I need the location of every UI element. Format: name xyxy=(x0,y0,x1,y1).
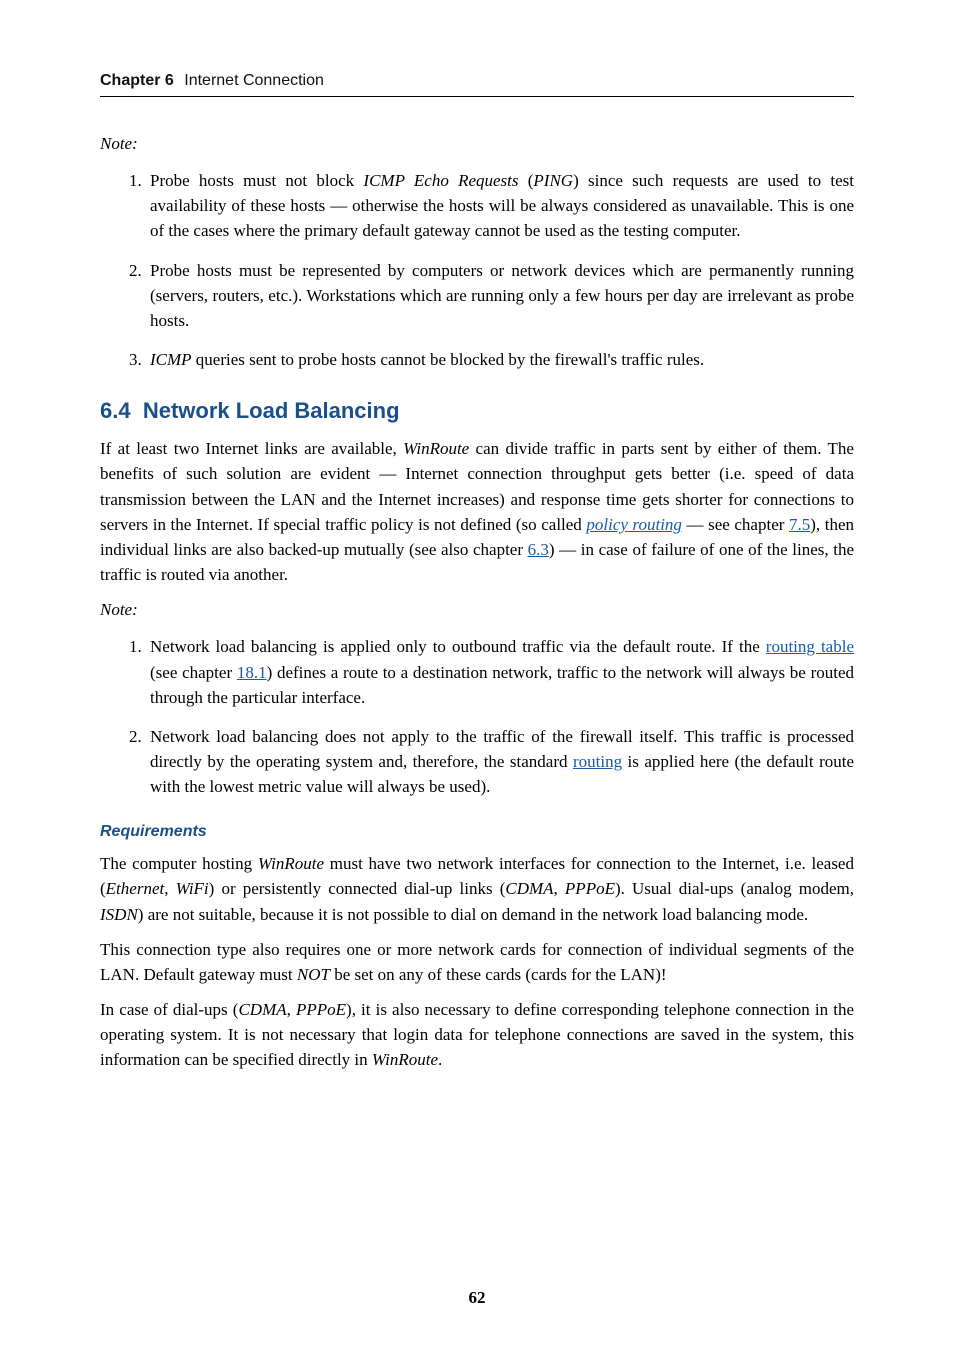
emphasis: PPPoE xyxy=(296,1000,346,1019)
chapter-18-1-link[interactable]: 18.1 xyxy=(237,663,267,682)
text: . xyxy=(438,1050,442,1069)
body-paragraph: In case of dial-ups (CDMA, PPPoE), it is… xyxy=(100,997,854,1072)
list-item: Network load balancing is applied only t… xyxy=(146,634,854,709)
note-label-b: Note: xyxy=(100,597,854,622)
note-list-b: Network load balancing is applied only t… xyxy=(100,634,854,799)
chapter-7-5-link[interactable]: 7.5 xyxy=(789,515,810,534)
routing-link[interactable]: routing xyxy=(573,752,622,771)
chapter-6-3-link[interactable]: 6.3 xyxy=(528,540,549,559)
body-paragraph: If at least two Internet links are avail… xyxy=(100,436,854,587)
emphasis: Ethernet xyxy=(106,879,165,898)
text: (see chapter xyxy=(150,663,237,682)
body-paragraph: The computer hosting WinRoute must have … xyxy=(100,851,854,926)
page: Chapter 6 Internet Connection Note: Prob… xyxy=(0,0,954,1350)
text: queries sent to probe hosts cannot be bl… xyxy=(192,350,705,369)
emphasis: WinRoute xyxy=(372,1050,438,1069)
list-item: Probe hosts must not block ICMP Echo Req… xyxy=(146,168,854,243)
section-number: 6.4 xyxy=(100,398,131,423)
text: ). Usual dial-ups (analog modem, xyxy=(615,879,854,898)
text: , xyxy=(554,879,565,898)
emphasis: CDMA xyxy=(505,879,553,898)
text: If at least two Internet links are avail… xyxy=(100,439,403,458)
emphasis: ISDN xyxy=(100,905,138,924)
text: — see chapter xyxy=(682,515,789,534)
text: Probe hosts must not block xyxy=(150,171,363,190)
list-item: Probe hosts must be represented by compu… xyxy=(146,258,854,333)
emphasis: PING xyxy=(533,171,573,190)
text: ( xyxy=(519,171,534,190)
emphasis: WinRoute xyxy=(258,854,324,873)
routing-table-link[interactable]: routing table xyxy=(766,637,854,656)
list-item: Network load balancing does not apply to… xyxy=(146,724,854,799)
section-heading: 6.4 Network Load Balancing xyxy=(100,398,854,424)
text: The computer hosting xyxy=(100,854,258,873)
running-head: Chapter 6 Internet Connection xyxy=(100,72,854,97)
emphasis: PPPoE xyxy=(565,879,615,898)
note-list-a: Probe hosts must not block ICMP Echo Req… xyxy=(100,168,854,372)
chapter-number: Chapter 6 xyxy=(100,72,174,89)
emphasis: CDMA xyxy=(238,1000,286,1019)
emphasis: NOT xyxy=(297,965,330,984)
body-paragraph: This connection type also requires one o… xyxy=(100,937,854,987)
text: In case of dial-ups ( xyxy=(100,1000,238,1019)
text: ) are not suitable, because it is not po… xyxy=(138,905,808,924)
requirements-heading: Requirements xyxy=(100,823,854,841)
text: be set on any of these cards (cards for … xyxy=(330,965,667,984)
page-number: 62 xyxy=(0,1288,954,1308)
text: , xyxy=(164,879,175,898)
text: , xyxy=(287,1000,296,1019)
emphasis: WinRoute xyxy=(403,439,469,458)
policy-routing-link[interactable]: policy routing xyxy=(586,515,682,534)
text: Network load balancing is applied only t… xyxy=(150,637,766,656)
note-label-a: Note: xyxy=(100,131,854,156)
emphasis: ICMP xyxy=(150,350,192,369)
section-title: Network Load Balancing xyxy=(143,398,400,423)
emphasis: ICMP Echo Requests xyxy=(363,171,518,190)
emphasis: WiFi xyxy=(176,879,209,898)
list-item: ICMP queries sent to probe hosts cannot … xyxy=(146,347,854,372)
chapter-title: Internet Connection xyxy=(184,72,324,89)
text: ) or persistently connected dial-up link… xyxy=(209,879,506,898)
